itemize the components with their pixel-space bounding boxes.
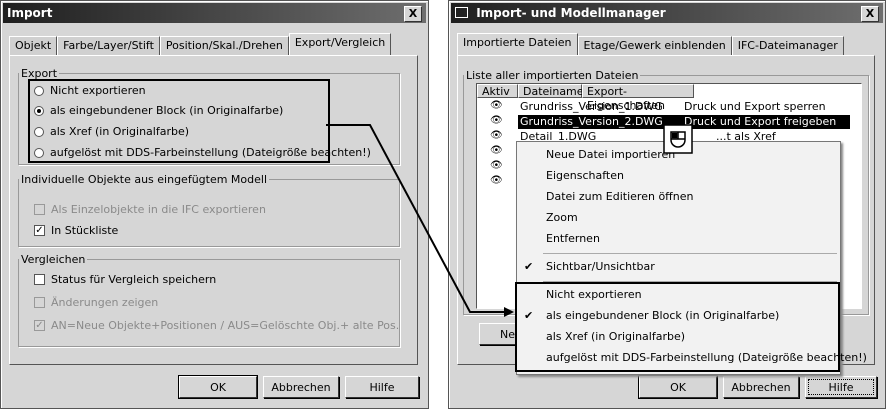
tab-position[interactable]: Position/Skal./Drehen xyxy=(159,36,289,55)
eye-icon[interactable]: 👁 xyxy=(490,145,503,156)
menu-separator xyxy=(543,253,837,254)
help-button[interactable]: Hilfe xyxy=(805,376,877,398)
import-title-bar[interactable]: Import X xyxy=(3,3,426,23)
menu-item-zoom[interactable]: Zoom xyxy=(517,207,840,228)
compare-group-label: Vergleichen xyxy=(21,253,86,266)
import-title: Import xyxy=(7,6,53,20)
close-icon: X xyxy=(408,7,418,20)
table-row[interactable]: Grundriss_Version_1.DWG Druck und Export… xyxy=(520,100,850,114)
menu-item-sichtbar[interactable]: ✔ Sichtbar/Unsichtbar xyxy=(517,256,840,277)
row-export: Druck und Export freigeben xyxy=(684,115,837,128)
row-filename: Grundriss_Version_1.DWG xyxy=(520,100,663,113)
column-header-export[interactable]: Export-Eigenschaften xyxy=(582,84,694,112)
tab-importierte-dateien[interactable]: Importierte Dateien xyxy=(457,33,578,56)
checkbox-label: Als Einzelobjekte in die IFC exportieren xyxy=(51,203,266,216)
row-filename: Grundriss_Version_2.DWG xyxy=(520,115,663,128)
eye-icon[interactable]: 👁 xyxy=(490,160,503,171)
import-dialog: Import X Objekt Farbe/Layer/Stift Positi… xyxy=(0,0,429,409)
manager-title-bar[interactable]: Import- und Modellmanager X xyxy=(451,3,883,23)
checkbox-in-stueckliste[interactable]: ✓ In Stückliste xyxy=(34,224,118,237)
tab-etage-gewerk[interactable]: Etage/Gewerk einblenden xyxy=(577,36,732,55)
checkbox-status-vergleich[interactable]: Status für Vergleich speichern xyxy=(34,273,216,286)
checkbox-label: Änderungen zeigen xyxy=(51,296,159,309)
ok-button[interactable]: OK xyxy=(639,376,717,398)
row-export: Druck und Export sperren xyxy=(684,100,826,113)
menu-item-entfernen[interactable]: Entfernen xyxy=(517,228,840,249)
eye-icon[interactable]: 👁 xyxy=(490,175,503,186)
checkbox-label: AN=Neue Objekte+Positionen / AUS=Gelösch… xyxy=(51,319,400,332)
tab-farbe-layer-stift[interactable]: Farbe/Layer/Stift xyxy=(57,36,160,55)
menu-item-label: Sichtbar/Unsichtbar xyxy=(546,260,655,273)
help-button[interactable]: Hilfe xyxy=(345,376,419,398)
close-icon: X xyxy=(865,7,875,20)
close-button[interactable]: X xyxy=(861,6,879,22)
tab-ifc-dateimanager[interactable]: IFC-Dateimanager xyxy=(731,36,844,55)
menu-item-eigenschaften[interactable]: Eigenschaften xyxy=(517,165,840,186)
column-header-dateiname[interactable]: Dateiname xyxy=(518,84,584,98)
checkbox-label: Status für Vergleich speichern xyxy=(51,273,217,286)
eye-icon[interactable]: 👁 xyxy=(490,130,503,141)
close-button[interactable]: X xyxy=(404,6,422,22)
menu-export-highlight xyxy=(515,282,840,372)
checkbox-einzelobjekte-ifc[interactable]: Als Einzelobjekte in die IFC exportieren xyxy=(34,203,266,216)
import-tabs: Objekt Farbe/Layer/Stift Position/Skal./… xyxy=(9,33,392,56)
app-icon xyxy=(455,7,468,18)
eye-icon[interactable]: 👁 xyxy=(490,115,503,126)
cancel-button[interactable]: Abbrechen xyxy=(263,376,339,398)
tab-export-vergleich[interactable]: Export/Vergleich xyxy=(288,33,392,56)
objects-group-label: Individuelle Objekte aus eingefügtem Mod… xyxy=(21,173,268,186)
tab-objekt[interactable]: Objekt xyxy=(9,36,58,55)
checkbox-checked[interactable]: ✓ xyxy=(34,225,45,236)
ok-button[interactable]: OK xyxy=(179,376,257,398)
cancel-button[interactable]: Abbrechen xyxy=(723,376,799,398)
eye-icon[interactable]: 👁 xyxy=(490,100,503,111)
checkbox-neue-objekte[interactable]: ✓ AN=Neue Objekte+Positionen / AUS=Gelös… xyxy=(34,319,399,332)
checkbox-checked[interactable]: ✓ xyxy=(34,320,45,331)
mouse-icon xyxy=(663,124,693,154)
checkbox-label: In Stückliste xyxy=(51,224,119,237)
menu-item-datei-editieren[interactable]: Datei zum Editieren öffnen xyxy=(517,186,840,207)
manager-tabs: Importierte Dateien Etage/Gewerk einblen… xyxy=(457,33,844,56)
export-options-highlight xyxy=(28,79,330,163)
column-header-aktiv[interactable]: Aktiv xyxy=(477,84,518,98)
checkbox[interactable] xyxy=(34,204,45,215)
file-list-label: Liste aller importierten Dateien xyxy=(466,69,639,82)
check-icon: ✔ xyxy=(524,260,534,273)
checkbox[interactable] xyxy=(34,297,45,308)
checkbox-aenderungen-zeigen[interactable]: Änderungen zeigen xyxy=(34,296,158,309)
checkbox[interactable] xyxy=(34,274,45,285)
manager-title: Import- und Modellmanager xyxy=(476,6,666,20)
